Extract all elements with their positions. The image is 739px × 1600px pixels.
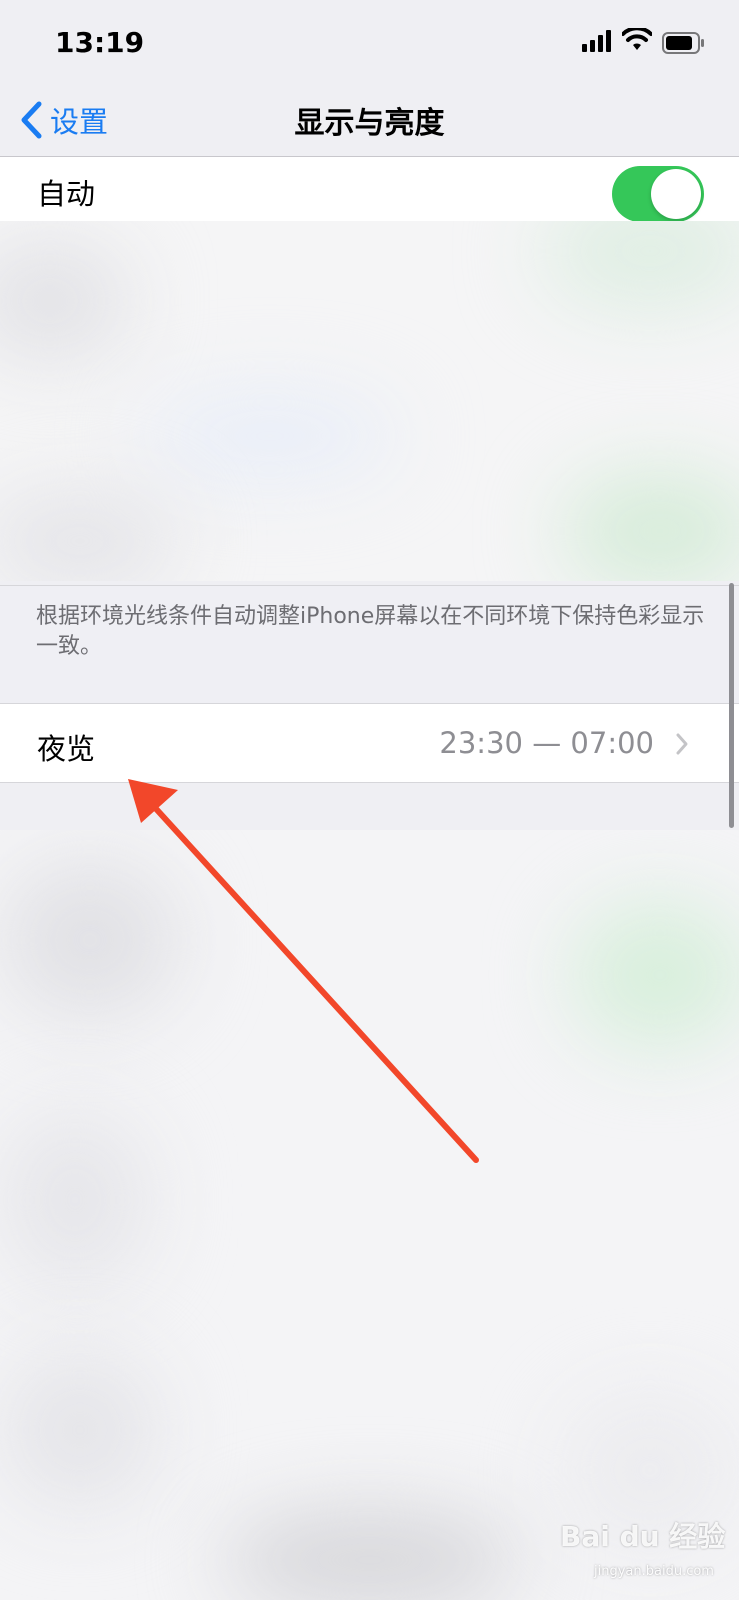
screen: 13:19 显示与亮度 设置 自动 根据环境光线条件自动调整iPhone屏幕以在… bbox=[0, 0, 739, 1600]
watermark-logo: Bai du 经验 bbox=[560, 1520, 726, 1553]
annotation-arrow bbox=[128, 779, 479, 1163]
watermark-url: jingyan.baidu.com bbox=[594, 1564, 714, 1579]
